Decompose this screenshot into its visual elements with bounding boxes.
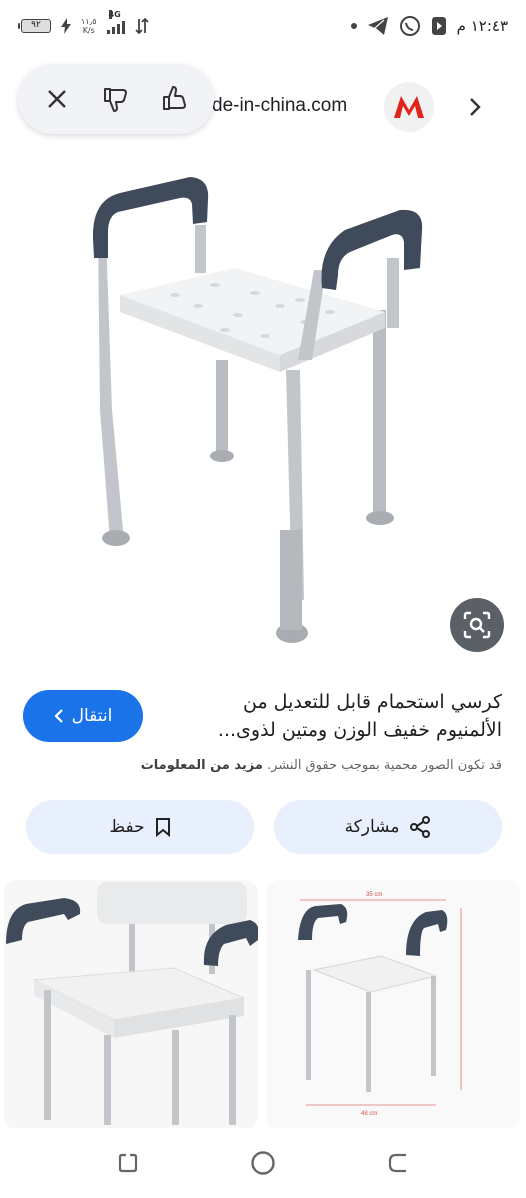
- chevron-right-icon: [470, 98, 481, 116]
- home-circle-icon: [251, 1151, 275, 1175]
- visual-search-button[interactable]: [450, 598, 504, 652]
- clock-text: ١٢:٤٣ م: [456, 17, 508, 35]
- copyright-notice: قد تكون الصور محمية بموجب حقوق النشر. مز…: [22, 758, 502, 773]
- close-button[interactable]: [37, 79, 77, 119]
- network-speed: ١١٫٥ K/s: [81, 17, 97, 35]
- main-product-image[interactable]: [0, 160, 526, 660]
- result-title[interactable]: كرسي استحمام قابل للتعديل من الألمنيوم خ…: [202, 688, 502, 744]
- lens-search-icon: [463, 611, 491, 639]
- battery-indicator: ٩٢: [18, 19, 51, 33]
- system-navigation-bar: [0, 1128, 526, 1198]
- recent-apps-button[interactable]: [108, 1143, 148, 1183]
- shower-chair-backrest-image: [4, 880, 258, 1130]
- thumbs-down-button[interactable]: [96, 79, 136, 119]
- result-title-block: كرسي استحمام قابل للتعديل من الألمنيوم خ…: [202, 688, 502, 744]
- chevron-left-icon: [54, 709, 63, 723]
- back-icon: [389, 1153, 407, 1173]
- battery-level: ٩٢: [21, 19, 51, 33]
- site-logo[interactable]: [384, 82, 434, 132]
- thumbs-up-button[interactable]: [155, 79, 195, 119]
- whatsapp-icon: [399, 16, 420, 36]
- recents-icon: [118, 1152, 137, 1173]
- data-arrows-icon: [134, 17, 149, 35]
- share-icon: [410, 816, 431, 838]
- visit-label: انتقال: [71, 706, 113, 726]
- share-button[interactable]: مشاركة: [274, 800, 502, 854]
- status-right: ١٢:٤٣ م: [350, 15, 508, 37]
- related-image-2[interactable]: 35 cm 48 cm: [266, 880, 520, 1130]
- visit-button[interactable]: انتقال: [23, 690, 143, 742]
- save-label: حفظ: [109, 817, 145, 837]
- thumbs-down-icon: [103, 88, 127, 112]
- telegram-icon: [367, 17, 388, 35]
- dimension-top-label: 35 cm: [366, 892, 382, 898]
- source-header: de-in-china.com: [0, 62, 526, 150]
- media-app-icon: [431, 17, 446, 35]
- status-bar: ٩٢ ١١٫٥ K/s 4G ١٢:٤٣ م: [0, 0, 526, 52]
- signal-icon: 4G: [106, 10, 125, 34]
- made-in-china-logo-icon: [394, 96, 424, 118]
- thumbs-up-icon: [162, 86, 186, 110]
- back-button[interactable]: [378, 1143, 418, 1183]
- close-icon: [48, 90, 67, 108]
- bookmark-icon: [155, 818, 170, 837]
- network-speed-unit: K/s: [82, 26, 95, 35]
- shower-chair-dimensions-image: 35 cm 48 cm: [266, 880, 520, 1130]
- notification-dot-icon: [350, 23, 357, 29]
- network-speed-value: ١١٫٥: [81, 17, 97, 26]
- more-info-link[interactable]: مزيد من المعلومات: [141, 758, 263, 773]
- charging-icon: [61, 18, 71, 34]
- related-image-1[interactable]: [4, 880, 258, 1130]
- status-left: ٩٢ ١١٫٥ K/s 4G: [18, 10, 149, 35]
- copyright-text: قد تكون الصور محمية بموجب حقوق النشر.: [267, 758, 502, 773]
- network-type: 4G: [108, 10, 121, 19]
- related-images: 35 cm 48 cm: [0, 880, 526, 1130]
- image-viewer-page: ٩٢ ١١٫٥ K/s 4G ١٢:٤٣ م de-in-china.com ك…: [0, 0, 526, 1198]
- share-label: مشاركة: [344, 817, 400, 837]
- save-button[interactable]: حفظ: [26, 800, 254, 854]
- open-source-chevron[interactable]: [460, 92, 490, 122]
- home-button[interactable]: [243, 1143, 283, 1183]
- feedback-pill: [18, 64, 214, 134]
- dimension-bottom-label: 48 cm: [361, 1111, 377, 1117]
- source-domain[interactable]: de-in-china.com: [212, 95, 347, 117]
